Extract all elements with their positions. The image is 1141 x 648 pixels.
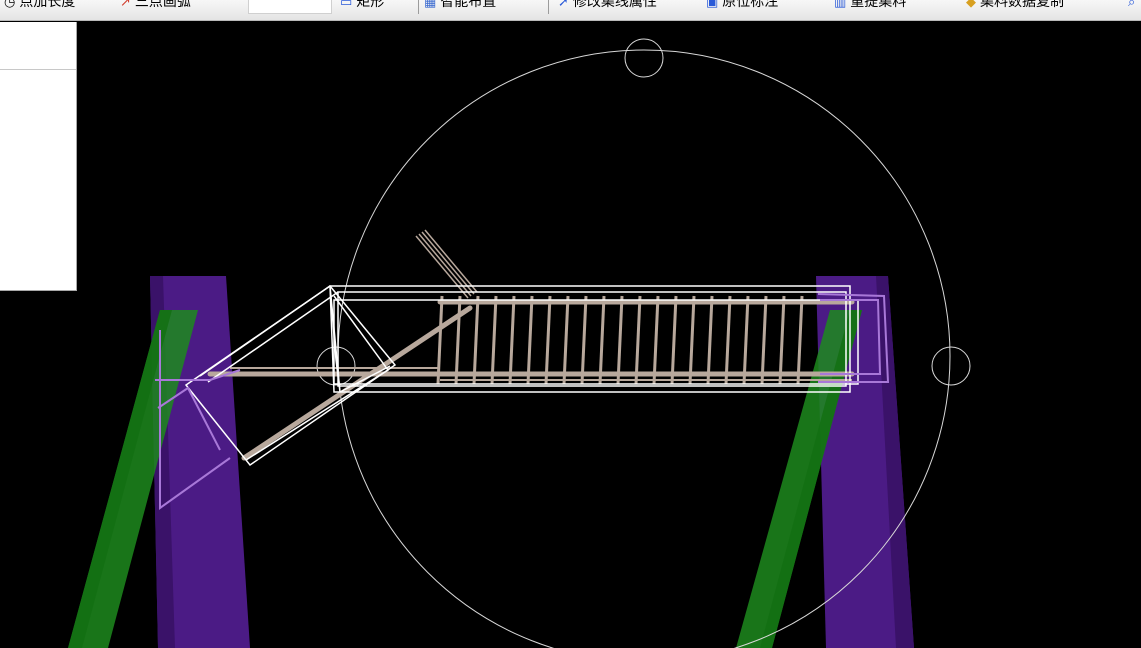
toolbar-label-6: 重提集料	[850, 0, 907, 10]
arc-icon: ↗	[120, 0, 131, 10]
stirrup	[472, 295, 480, 385]
edit-properties-icon: ➚	[558, 0, 569, 10]
stirrup	[562, 295, 570, 385]
rotation-handle-top[interactable]	[624, 38, 664, 78]
stirrup	[796, 295, 804, 385]
toolbar-label-5: 原位标注	[722, 0, 779, 10]
stirrup	[598, 295, 606, 385]
stirrup	[688, 295, 696, 385]
stirrup	[742, 295, 750, 385]
toolbar-label-1: 三点画弧	[134, 0, 191, 10]
stirrup	[634, 295, 642, 385]
toolbar: ◷ 点加长度 ↗ 三点画弧 ▭ 矩形 ▦ 智能布置 ➚ 修改集线属性 ▣ 原位标…	[0, 0, 1141, 21]
annotation-icon: ▣	[706, 0, 719, 10]
toolbar-button-4[interactable]: ➚ 修改集线属性	[558, 0, 657, 13]
smart-layout-icon: ▦	[424, 0, 437, 10]
stirrups	[436, 295, 804, 385]
stirrup	[778, 295, 786, 385]
stirrup	[544, 295, 552, 385]
rectangle-icon: ▭	[340, 0, 353, 10]
toolbar-button-2[interactable]: ▭ 矩形	[340, 0, 384, 13]
model-viewport[interactable]	[0, 21, 1141, 648]
stirrup	[652, 295, 660, 385]
copy-data-icon: ◆	[966, 0, 976, 10]
stirrup	[526, 295, 534, 385]
toolbar-overflow-button[interactable]: ⌕	[1128, 0, 1135, 13]
more-icon: ⌕	[1128, 0, 1136, 10]
stirrup	[760, 295, 768, 385]
stirrup	[490, 295, 498, 385]
stirrup	[616, 295, 624, 385]
toolbar-label-4: 修改集线属性	[572, 0, 657, 10]
diagonal-rebar-group	[415, 229, 478, 299]
toolbar-button-1[interactable]: ↗ 三点画弧	[120, 0, 191, 13]
stirrup	[670, 295, 678, 385]
toolbar-label-0: 点加长度	[19, 0, 76, 10]
toolbar-button-3[interactable]: ▦ 智能布置	[424, 0, 496, 13]
toolbar-button-5[interactable]: ▣ 原位标注	[706, 0, 778, 13]
clock-icon: ◷	[4, 0, 16, 10]
stirrup	[454, 295, 462, 385]
toolbar-separator	[548, 0, 549, 14]
toolbar-button-6[interactable]: ▥ 重提集料	[834, 0, 906, 13]
toolbar-button-7[interactable]: ◆ 集料数据复制	[966, 0, 1064, 13]
rotation-handle-right[interactable]	[931, 346, 971, 386]
stirrup	[436, 295, 444, 385]
rebuild-icon: ▥	[834, 0, 847, 10]
toolbar-label-3: 智能布置	[440, 0, 497, 10]
stirrup	[706, 295, 714, 385]
toolbar-button-0[interactable]: ◷ 点加长度	[4, 0, 75, 13]
toolbar-separator	[418, 0, 419, 14]
stirrup	[724, 295, 732, 385]
toolbar-input-box[interactable]	[248, 0, 332, 14]
viewport-canvas	[68, 38, 971, 648]
stirrup	[508, 295, 516, 385]
toolbar-label-7: 集料数据复制	[980, 0, 1064, 10]
toolbar-label-2: 矩形	[356, 0, 385, 10]
stirrup	[580, 295, 588, 385]
